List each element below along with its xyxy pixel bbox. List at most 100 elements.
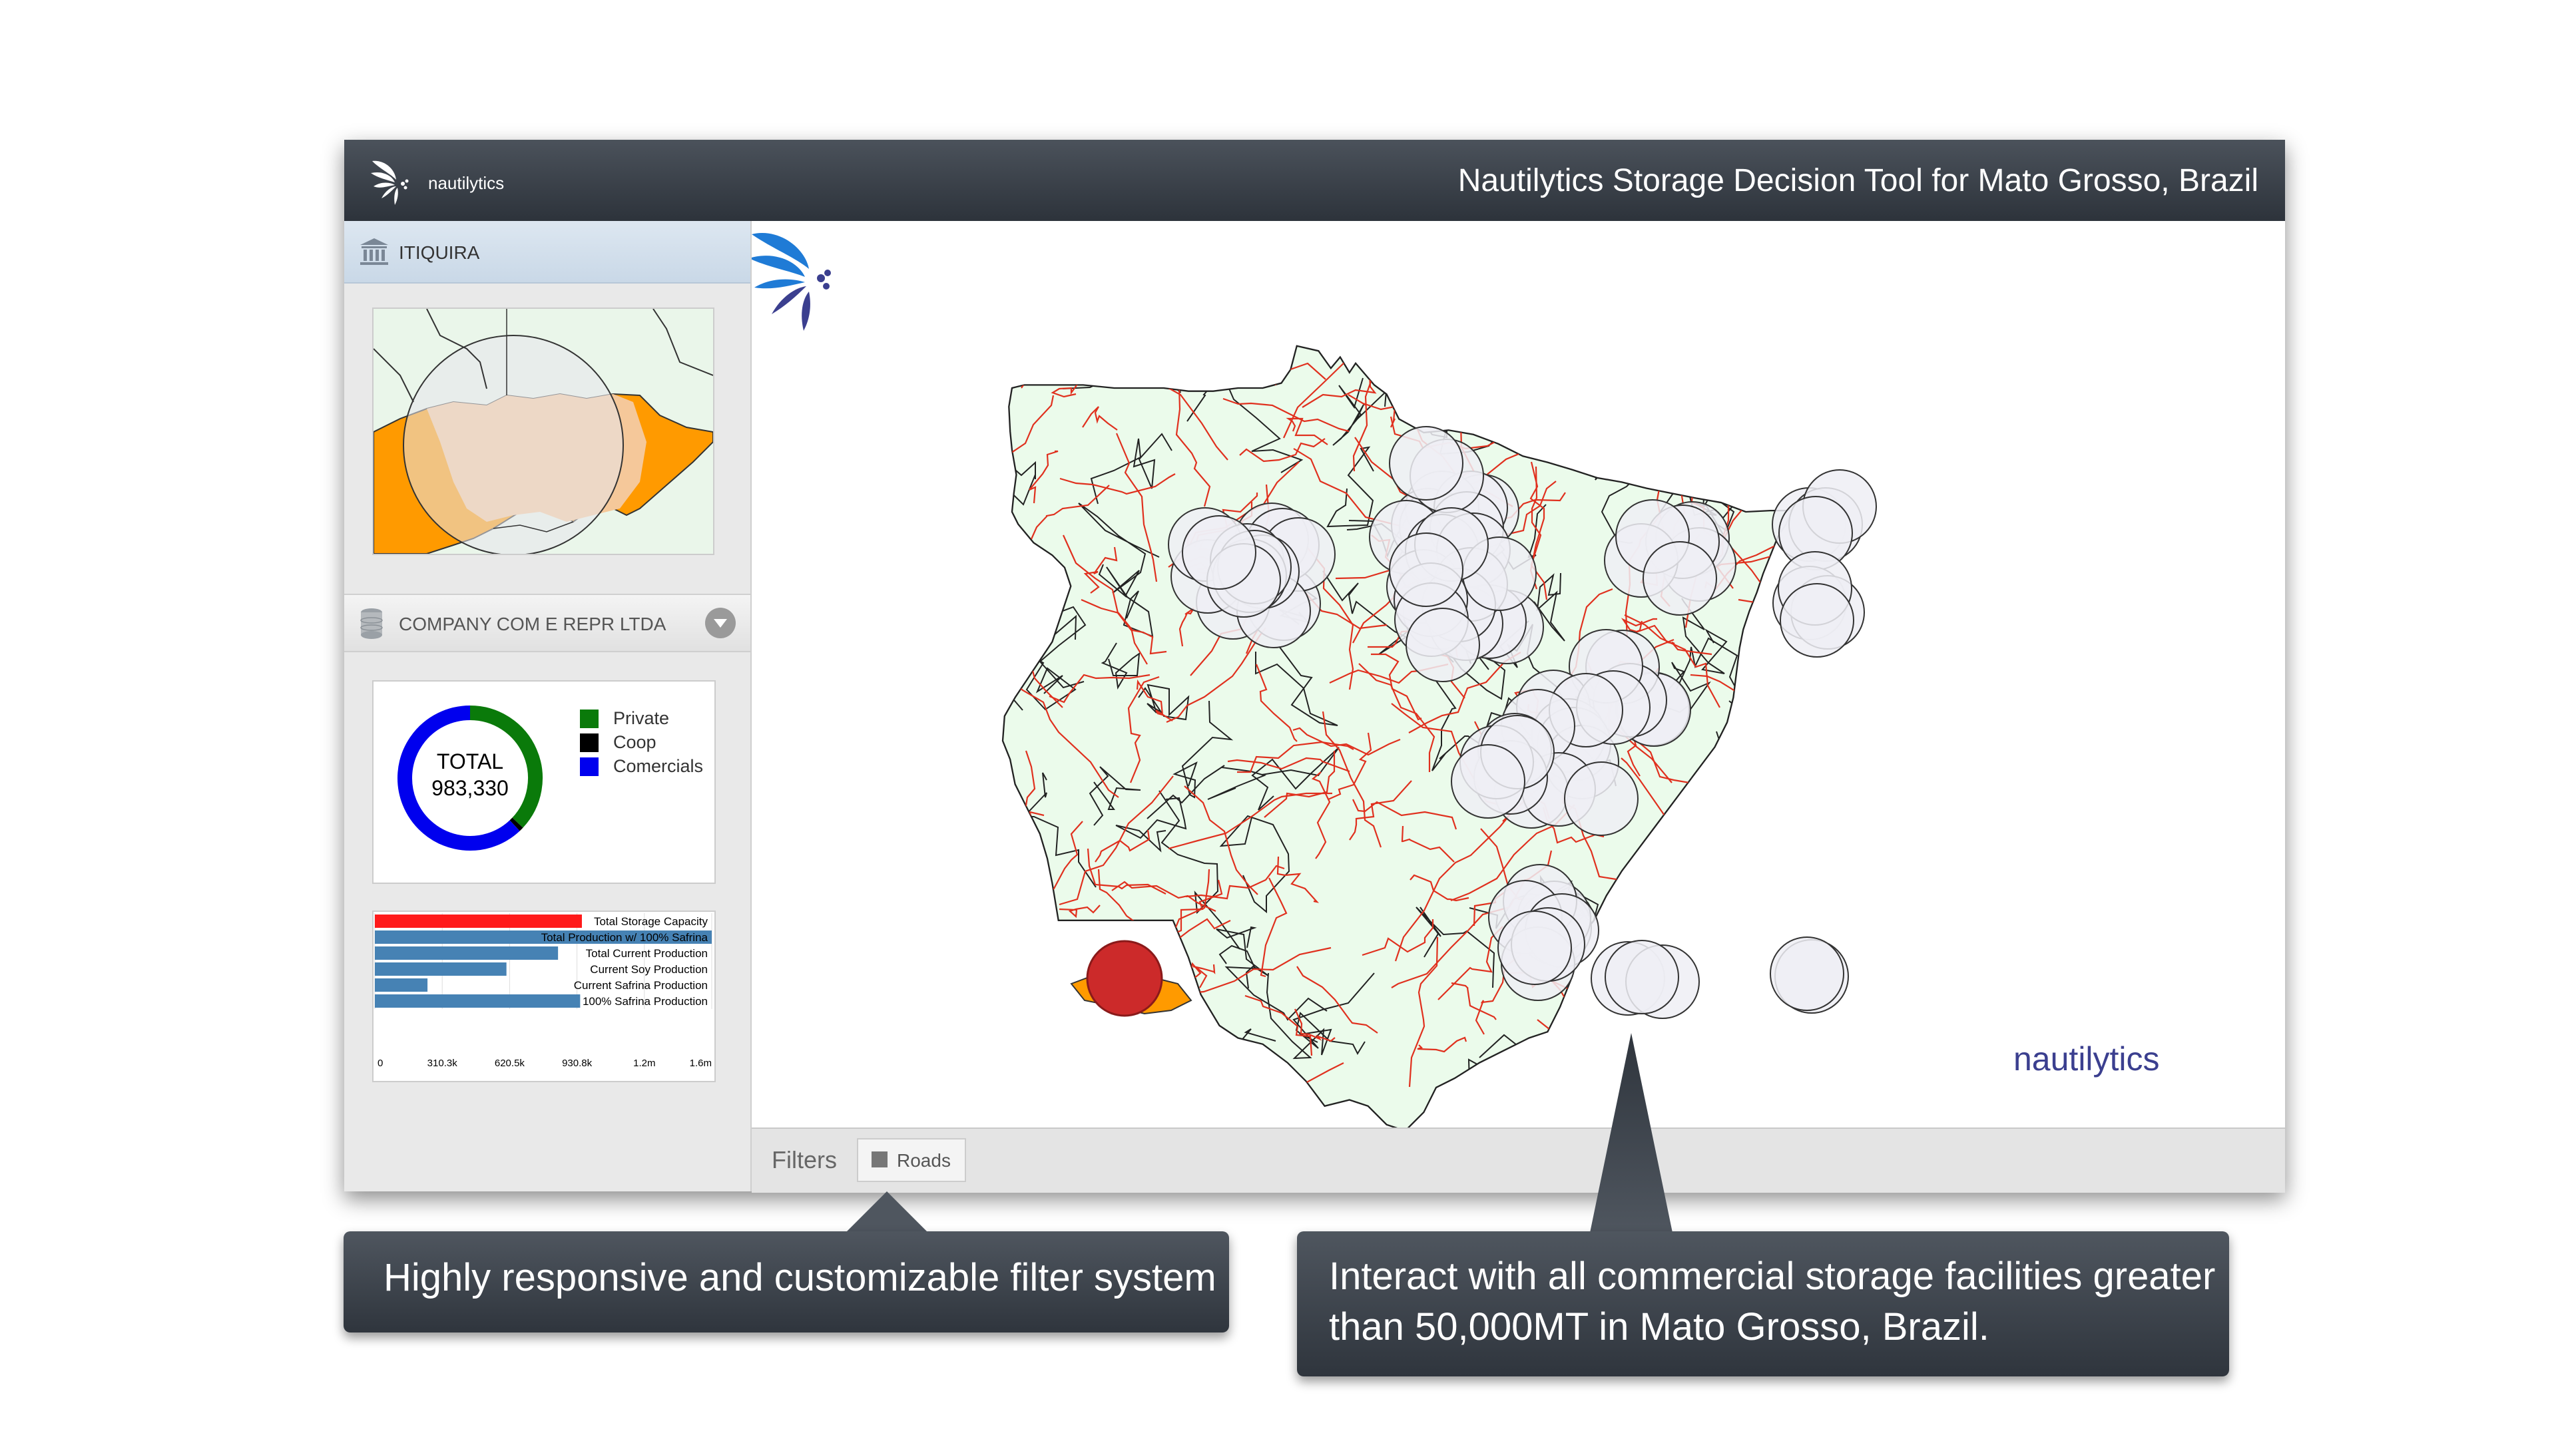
x-tick-label: 0 <box>378 1058 383 1069</box>
x-tick-label: 1.2m <box>633 1058 655 1069</box>
legend-swatch <box>580 710 599 728</box>
municipal-border <box>1788 367 1792 473</box>
legend-item-coop: Coop <box>580 731 703 755</box>
facility-marker[interactable] <box>1406 608 1480 682</box>
municipal-border <box>1698 936 1748 1044</box>
road <box>1682 856 1792 924</box>
road <box>1573 345 1619 374</box>
municipal-border <box>1936 669 2017 716</box>
road <box>1774 771 1792 837</box>
map-area[interactable]: nautilytics <box>752 221 2285 1127</box>
facility-marker[interactable] <box>1605 940 1679 1014</box>
callout-filters: Highly responsive and customizable filte… <box>344 1231 1229 1332</box>
facility-marker[interactable] <box>1497 911 1572 985</box>
donut-total-value: 983,330 <box>431 776 509 800</box>
road <box>1655 362 1786 380</box>
legend-label: Coop <box>613 732 656 752</box>
callout-filters-text: Highly responsive and customizable filte… <box>384 1256 1216 1299</box>
facility-marker[interactable] <box>1780 583 1854 658</box>
road <box>1872 618 1892 644</box>
facility-marker[interactable] <box>1451 744 1525 819</box>
location-label: ITIQUIRA <box>399 242 480 263</box>
road <box>1085 345 1277 386</box>
legend-swatch <box>580 733 599 752</box>
municipal-border <box>1860 1019 1935 1054</box>
title-bar: nautilytics Nautilytics Storage Decision… <box>344 140 2285 221</box>
road <box>1831 646 1856 789</box>
filter-roads-label: Roads <box>897 1150 951 1171</box>
municipal-border <box>1793 331 1872 393</box>
road <box>1914 524 1979 664</box>
road <box>1866 740 1942 851</box>
municipal-border <box>1617 363 1682 408</box>
facility-marker[interactable] <box>1182 515 1256 590</box>
municipal-border <box>1763 646 1792 791</box>
road <box>1717 425 1792 464</box>
bar[interactable] <box>375 946 559 960</box>
donut-total-label: TOTAL <box>436 749 504 773</box>
chevron-down-icon[interactable] <box>705 608 736 638</box>
road <box>1804 1002 1879 1127</box>
callout-right-pointer <box>1590 1033 1673 1233</box>
road <box>1856 524 1904 663</box>
road <box>1812 733 1926 754</box>
company-header[interactable]: COMPANY COM E REPR LTDA <box>344 594 750 652</box>
company-label: COMPANY COM E REPR LTDA <box>399 614 666 634</box>
donut-legend: Private Coop Comercials <box>580 707 703 779</box>
bar[interactable] <box>375 994 581 1008</box>
bar[interactable] <box>375 915 582 928</box>
road <box>1797 790 1902 827</box>
municipal-border <box>1839 641 1894 708</box>
road <box>1690 815 1734 877</box>
road <box>1005 345 1034 389</box>
facility-marker[interactable] <box>1564 761 1639 836</box>
filters-label: Filters <box>772 1146 837 1173</box>
app-title: Nautilytics Storage Decision Tool for Ma… <box>1457 163 2258 198</box>
road <box>1719 1062 1769 1127</box>
municipal-border <box>1884 319 1950 365</box>
storage-donut-panel: TOTAL 983,330 Private Coop Comercials <box>372 680 716 884</box>
mato-grosso-map[interactable] <box>752 221 2285 1127</box>
minimap-svg <box>373 308 714 556</box>
brand-logo-text: nautilytics <box>2013 1040 2160 1078</box>
bar-label: Total Production w/ 100% Safrina <box>541 931 708 944</box>
production-bar-chart: 0 310.3k 620.5k 930.8k 1.2m 1.6m Total Storage… <box>374 913 712 1069</box>
donut-slice-coop[interactable] <box>509 817 523 831</box>
bar-label: Total Storage Capacity <box>594 915 708 928</box>
bar[interactable] <box>375 978 428 992</box>
facility-marker[interactable] <box>1770 936 1844 1011</box>
road <box>1931 729 1997 767</box>
municipal-border <box>1559 377 1620 461</box>
road <box>1715 854 1754 881</box>
municipal-border <box>1867 800 1954 827</box>
facility-marker[interactable] <box>1389 426 1463 501</box>
road <box>1969 332 2062 391</box>
municipal-border <box>1756 396 1792 453</box>
municipal-border <box>1003 617 1023 712</box>
facility-marker[interactable] <box>1389 532 1463 607</box>
road <box>1518 345 1648 396</box>
road <box>1738 785 1792 930</box>
road <box>1593 441 1738 461</box>
sidebar: ITIQUIRA COMPANY COM E REPR LTDA TOTAL 9… <box>344 221 752 1191</box>
road <box>1922 718 2020 840</box>
municipal-border <box>1761 774 1792 861</box>
road <box>1192 345 1257 367</box>
bar[interactable] <box>375 962 507 976</box>
road <box>1746 765 1792 811</box>
filter-roads-toggle[interactable]: Roads <box>857 1138 966 1182</box>
facility-marker[interactable] <box>1643 541 1717 616</box>
location-header[interactable]: ITIQUIRA <box>344 221 750 284</box>
x-tick-label: 620.5k <box>495 1058 525 1069</box>
road <box>1698 986 1784 1124</box>
road <box>1748 389 1792 450</box>
road <box>1968 491 2055 520</box>
municipal-border <box>1501 374 1621 455</box>
road <box>1127 1000 1160 1110</box>
road <box>1781 754 1792 773</box>
road <box>1846 417 1993 485</box>
road <box>1586 345 1682 363</box>
minimap[interactable] <box>372 307 714 556</box>
road <box>1583 345 1651 385</box>
selected-facility[interactable] <box>1086 940 1163 1017</box>
